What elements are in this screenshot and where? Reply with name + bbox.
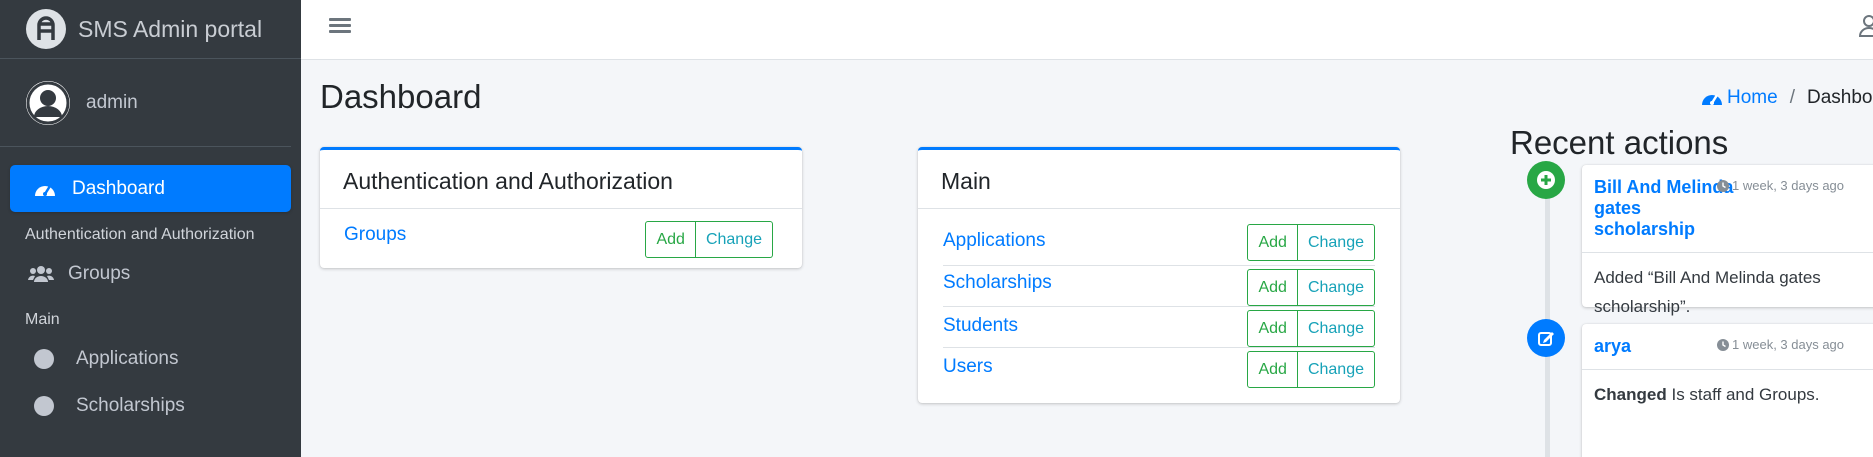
sidebar-item-groups[interactable]: Groups <box>10 250 291 297</box>
brand-text: SMS Admin portal <box>78 15 263 42</box>
module-row: Scholarships Add Change <box>943 266 1375 307</box>
change-button[interactable]: Change <box>1297 269 1375 306</box>
sidebar-item-label: Groups <box>68 262 131 284</box>
change-button[interactable]: Change <box>695 221 773 258</box>
module-row: Groups Add Change <box>320 209 802 268</box>
add-button[interactable]: Add <box>645 221 696 258</box>
recent-action-item: arya 1 week, 3 days ago Changed Is staff… <box>1582 324 1873 457</box>
add-button[interactable]: Add <box>1247 310 1298 347</box>
recent-action-body: Added “Bill And Melinda gates scholarshi… <box>1594 268 1821 316</box>
brand-logo <box>26 9 66 49</box>
topbar <box>301 0 1873 60</box>
change-button[interactable]: Change <box>1297 224 1375 261</box>
action-group: Add Change <box>1247 224 1375 261</box>
module-row: Students Add Change <box>943 307 1375 348</box>
breadcrumb-current: Dashboard <box>1806 87 1873 108</box>
users-icon <box>28 265 54 283</box>
nav-header-main: Main <box>25 311 60 328</box>
add-button[interactable]: Add <box>1247 224 1298 261</box>
module-link-users[interactable]: Users <box>943 356 993 378</box>
sidebar-nav: Dashboard Authentication and Authorizati… <box>0 147 301 429</box>
add-button[interactable]: Add <box>1247 269 1298 306</box>
circle-icon <box>34 348 54 369</box>
sidebar-item-scholarships[interactable]: Scholarships <box>10 382 291 429</box>
module-link-groups[interactable]: Groups <box>344 224 406 246</box>
clock-icon <box>1717 338 1729 351</box>
module-main-card: Main Applications Add Change Scholarship… <box>918 147 1400 403</box>
sidebar-item-applications[interactable]: Applications <box>10 335 291 382</box>
change-button[interactable]: Change <box>1297 310 1375 347</box>
sidebar-item-label: Dashboard <box>72 177 165 199</box>
recent-action-detail: Is staff and Groups. <box>1671 385 1820 404</box>
recent-action-time-text: 1 week, 3 days ago <box>1732 178 1845 193</box>
user-menu-icon[interactable] <box>1858 14 1873 38</box>
module-auth-card: Authentication and Authorization Groups … <box>320 147 802 268</box>
module-link-applications[interactable]: Applications <box>943 230 1045 252</box>
breadcrumb-separator: / <box>1789 87 1795 108</box>
user-name[interactable]: admin <box>86 92 138 114</box>
clock-icon <box>1717 179 1729 192</box>
change-button[interactable]: Change <box>1297 351 1375 388</box>
breadcrumb-home-label[interactable]: Home <box>1727 87 1778 109</box>
module-title: Authentication and Authorization <box>320 150 802 209</box>
plus-icon <box>1527 161 1565 199</box>
sidebar-item-dashboard[interactable]: Dashboard <box>10 165 291 212</box>
recent-action-header: Bill And Melinda gates scholarship 1 wee… <box>1582 165 1873 253</box>
sidebar-item-label: Applications <box>76 347 179 369</box>
recent-action-body: Changed Is staff and Groups. <box>1582 370 1873 419</box>
action-group: Add Change <box>1247 269 1375 306</box>
recent-action-time-text: 1 week, 3 days ago <box>1732 337 1845 352</box>
module-link-scholarships[interactable]: Scholarships <box>943 272 1052 294</box>
recent-action-item: Bill And Melinda gates scholarship 1 wee… <box>1582 165 1873 316</box>
recent-action-time: 1 week, 3 days ago <box>1717 178 1844 193</box>
page-title: Dashboard <box>320 78 482 115</box>
nav-header-auth: Authentication and Authorization <box>25 226 255 243</box>
sidebar-item-label: Scholarships <box>76 394 185 416</box>
brand[interactable]: SMS Admin portal <box>0 0 301 59</box>
tachometer-icon <box>1702 94 1722 105</box>
action-group: Add Change <box>645 221 773 258</box>
user-avatar-icon <box>26 80 70 125</box>
edit-icon <box>1527 319 1565 357</box>
module-rows: Applications Add Change Scholarships Add… <box>918 209 1400 390</box>
action-group: Add Change <box>1247 310 1375 347</box>
recent-action-header: arya 1 week, 3 days ago <box>1582 324 1873 370</box>
breadcrumb: Home / Dashboard <box>1701 87 1873 109</box>
menu-toggle-icon[interactable] <box>329 14 351 36</box>
recent-actions-title: Recent actions <box>1510 124 1729 161</box>
add-button[interactable]: Add <box>1247 351 1298 388</box>
module-title: Main <box>918 150 1400 209</box>
tachometer-icon <box>32 176 58 202</box>
sidebar: SMS Admin portal admin Dashboard Authent… <box>0 0 301 457</box>
module-row: Applications Add Change <box>943 224 1375 266</box>
user-panel[interactable]: admin <box>0 59 291 147</box>
main-content: Dashboard Home / Dashboard Authenticatio… <box>301 60 1873 457</box>
recent-action-verb: Changed <box>1594 385 1667 404</box>
breadcrumb-home[interactable]: Home <box>1701 87 1778 109</box>
module-row: Users Add Change <box>943 348 1375 390</box>
recent-action-time: 1 week, 3 days ago <box>1717 337 1844 352</box>
circle-icon <box>34 395 54 416</box>
action-group: Add Change <box>1247 351 1375 388</box>
module-link-students[interactable]: Students <box>943 315 1018 337</box>
